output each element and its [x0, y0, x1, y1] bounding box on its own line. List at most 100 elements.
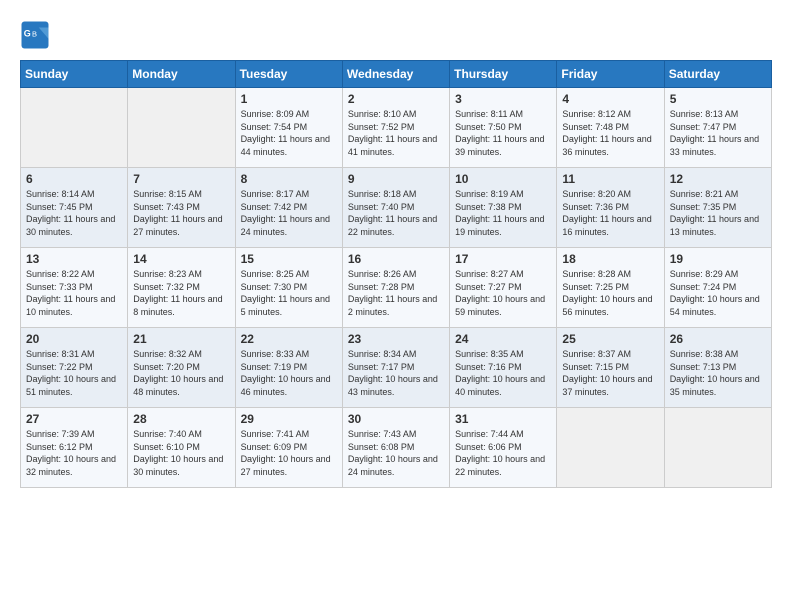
day-number: 14	[133, 252, 229, 266]
day-number: 16	[348, 252, 444, 266]
day-cell: 2Sunrise: 8:10 AMSunset: 7:52 PMDaylight…	[342, 88, 449, 168]
day-cell: 9 Sunrise: 8:18 AMSunset: 7:40 PMDaylight…	[342, 168, 449, 248]
day-number: 17	[455, 252, 551, 266]
day-number: 28	[133, 412, 229, 426]
day-info: Sunrise: 8:29 AMSunset: 7:24 PMDaylight:…	[670, 268, 766, 318]
page-header: G B	[20, 20, 772, 50]
column-header-sunday: Sunday	[21, 61, 128, 88]
day-info: Sunrise: 8:09 AMSunset: 7:54 PMDaylight:…	[241, 108, 337, 158]
day-cell	[21, 88, 128, 168]
day-number: 3	[455, 92, 551, 106]
day-cell: 28 Sunrise: 7:40 AMSunset: 6:10 PMDayligh…	[128, 408, 235, 488]
day-number: 7	[133, 172, 229, 186]
column-header-saturday: Saturday	[664, 61, 771, 88]
column-header-friday: Friday	[557, 61, 664, 88]
day-number: 12	[670, 172, 766, 186]
day-cell: 6 Sunrise: 8:14 AMSunset: 7:45 PMDaylight…	[21, 168, 128, 248]
day-info: Sunrise: 8:17 AMSunset: 7:42 PMDaylight:…	[241, 188, 337, 238]
week-row-3: 13 Sunrise: 8:22 AMSunset: 7:33 PMDayligh…	[21, 248, 772, 328]
week-row-1: 1 Sunrise: 8:09 AMSunset: 7:54 PMDaylight…	[21, 88, 772, 168]
day-number: 20	[26, 332, 122, 346]
day-cell: 4 Sunrise: 8:12 AMSunset: 7:48 PMDaylight…	[557, 88, 664, 168]
day-info: Sunrise: 8:34 AMSunset: 7:17 PMDaylight:…	[348, 348, 444, 398]
day-cell: 11 Sunrise: 8:20 AMSunset: 7:36 PMDayligh…	[557, 168, 664, 248]
week-row-4: 20 Sunrise: 8:31 AMSunset: 7:22 PMDayligh…	[21, 328, 772, 408]
day-cell: 5 Sunrise: 8:13 AMSunset: 7:47 PMDaylight…	[664, 88, 771, 168]
day-number: 2	[348, 92, 444, 106]
day-number: 9	[348, 172, 444, 186]
svg-text:G: G	[24, 29, 31, 39]
day-number: 4	[562, 92, 658, 106]
day-number: 21	[133, 332, 229, 346]
day-info: Sunrise: 8:12 AMSunset: 7:48 PMDaylight:…	[562, 108, 658, 158]
day-cell: 26 Sunrise: 8:38 AMSunset: 7:13 PMDayligh…	[664, 328, 771, 408]
day-number: 18	[562, 252, 658, 266]
day-cell: 23 Sunrise: 8:34 AMSunset: 7:17 PMDayligh…	[342, 328, 449, 408]
day-info: Sunrise: 7:40 AMSunset: 6:10 PMDaylight:…	[133, 428, 229, 478]
day-number: 1	[241, 92, 337, 106]
day-cell: 14Sunrise: 8:23 AMSunset: 7:32 PMDayligh…	[128, 248, 235, 328]
day-info: Sunrise: 7:41 AMSunset: 6:09 PMDaylight:…	[241, 428, 337, 478]
day-cell: 20 Sunrise: 8:31 AMSunset: 7:22 PMDayligh…	[21, 328, 128, 408]
day-cell: 16Sunrise: 8:26 AMSunset: 7:28 PMDayligh…	[342, 248, 449, 328]
logo: G B	[20, 20, 54, 50]
day-info: Sunrise: 8:31 AMSunset: 7:22 PMDaylight:…	[26, 348, 122, 398]
day-cell: 1 Sunrise: 8:09 AMSunset: 7:54 PMDaylight…	[235, 88, 342, 168]
header-row: SundayMondayTuesdayWednesdayThursdayFrid…	[21, 61, 772, 88]
day-cell: 25 Sunrise: 8:37 AMSunset: 7:15 PMDayligh…	[557, 328, 664, 408]
day-info: Sunrise: 8:38 AMSunset: 7:13 PMDaylight:…	[670, 348, 766, 398]
day-cell: 7 Sunrise: 8:15 AMSunset: 7:43 PMDaylight…	[128, 168, 235, 248]
day-number: 22	[241, 332, 337, 346]
day-number: 6	[26, 172, 122, 186]
column-header-tuesday: Tuesday	[235, 61, 342, 88]
day-cell: 17 Sunrise: 8:27 AMSunset: 7:27 PMDayligh…	[450, 248, 557, 328]
day-number: 26	[670, 332, 766, 346]
day-info: Sunrise: 8:27 AMSunset: 7:27 PMDaylight:…	[455, 268, 551, 318]
day-info: Sunrise: 8:35 AMSunset: 7:16 PMDaylight:…	[455, 348, 551, 398]
day-number: 25	[562, 332, 658, 346]
day-number: 5	[670, 92, 766, 106]
column-header-thursday: Thursday	[450, 61, 557, 88]
day-info: Sunrise: 8:28 AMSunset: 7:25 PMDaylight:…	[562, 268, 658, 318]
day-info: Sunrise: 8:37 AMSunset: 7:15 PMDaylight:…	[562, 348, 658, 398]
day-cell: 18 Sunrise: 8:28 AMSunset: 7:25 PMDayligh…	[557, 248, 664, 328]
day-info: Sunrise: 7:43 AMSunset: 6:08 PMDaylight:…	[348, 428, 444, 478]
week-row-5: 27 Sunrise: 7:39 AMSunset: 6:12 PMDayligh…	[21, 408, 772, 488]
day-info: Sunrise: 8:33 AMSunset: 7:19 PMDaylight:…	[241, 348, 337, 398]
day-cell	[557, 408, 664, 488]
day-cell: 8Sunrise: 8:17 AMSunset: 7:42 PMDaylight…	[235, 168, 342, 248]
day-number: 24	[455, 332, 551, 346]
day-cell: 3Sunrise: 8:11 AMSunset: 7:50 PMDaylight…	[450, 88, 557, 168]
calendar-table: SundayMondayTuesdayWednesdayThursdayFrid…	[20, 60, 772, 488]
day-info: Sunrise: 8:32 AMSunset: 7:20 PMDaylight:…	[133, 348, 229, 398]
day-cell: 13 Sunrise: 8:22 AMSunset: 7:33 PMDayligh…	[21, 248, 128, 328]
day-info: Sunrise: 8:13 AMSunset: 7:47 PMDaylight:…	[670, 108, 766, 158]
logo-icon: G B	[20, 20, 50, 50]
day-info: Sunrise: 7:39 AMSunset: 6:12 PMDaylight:…	[26, 428, 122, 478]
day-cell: 31Sunrise: 7:44 AMSunset: 6:06 PMDayligh…	[450, 408, 557, 488]
week-row-2: 6 Sunrise: 8:14 AMSunset: 7:45 PMDaylight…	[21, 168, 772, 248]
day-number: 10	[455, 172, 551, 186]
day-cell: 29Sunrise: 7:41 AMSunset: 6:09 PMDayligh…	[235, 408, 342, 488]
day-info: Sunrise: 8:20 AMSunset: 7:36 PMDaylight:…	[562, 188, 658, 238]
day-cell: 19 Sunrise: 8:29 AMSunset: 7:24 PMDayligh…	[664, 248, 771, 328]
day-cell: 15 Sunrise: 8:25 AMSunset: 7:30 PMDayligh…	[235, 248, 342, 328]
day-number: 19	[670, 252, 766, 266]
day-number: 11	[562, 172, 658, 186]
day-cell: 24 Sunrise: 8:35 AMSunset: 7:16 PMDayligh…	[450, 328, 557, 408]
day-number: 15	[241, 252, 337, 266]
day-number: 13	[26, 252, 122, 266]
day-info: Sunrise: 8:22 AMSunset: 7:33 PMDaylight:…	[26, 268, 122, 318]
day-info: Sunrise: 8:14 AMSunset: 7:45 PMDaylight:…	[26, 188, 122, 238]
svg-text:B: B	[32, 30, 37, 39]
day-info: Sunrise: 8:18 AMSunset: 7:40 PMDaylight:…	[348, 188, 444, 238]
day-number: 30	[348, 412, 444, 426]
day-cell: 30 Sunrise: 7:43 AMSunset: 6:08 PMDayligh…	[342, 408, 449, 488]
day-number: 23	[348, 332, 444, 346]
column-header-monday: Monday	[128, 61, 235, 88]
day-info: Sunrise: 7:44 AMSunset: 6:06 PMDaylight:…	[455, 428, 551, 478]
day-info: Sunrise: 8:21 AMSunset: 7:35 PMDaylight:…	[670, 188, 766, 238]
day-info: Sunrise: 8:25 AMSunset: 7:30 PMDaylight:…	[241, 268, 337, 318]
day-number: 27	[26, 412, 122, 426]
day-info: Sunrise: 8:15 AMSunset: 7:43 PMDaylight:…	[133, 188, 229, 238]
